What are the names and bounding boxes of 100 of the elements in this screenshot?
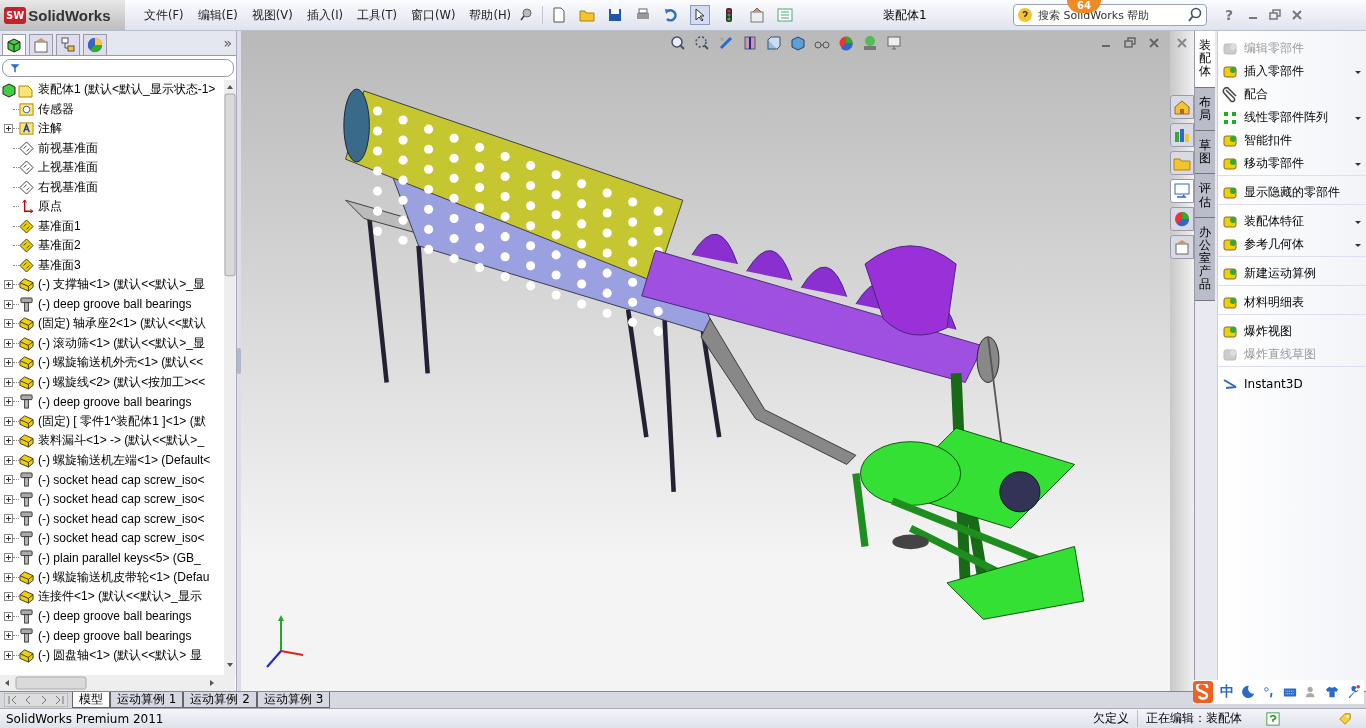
zoom-area-icon[interactable] — [693, 35, 710, 51]
command-item[interactable]: 材料明细表 — [1218, 291, 1366, 315]
menu-item[interactable]: 窗口(W) — [404, 7, 463, 23]
command-item[interactable]: 装配体特征 — [1218, 210, 1366, 233]
tree-item[interactable]: 基准面2 — [38, 237, 81, 255]
wrench-icon[interactable] — [1346, 685, 1360, 699]
menu-item[interactable]: 编辑(E) — [190, 7, 245, 23]
task-tab[interactable]: 装配体 — [1195, 31, 1215, 88]
task-tab[interactable]: 布局 — [1195, 87, 1215, 131]
expand-icon[interactable] — [4, 397, 13, 407]
tree-item[interactable]: 基准面3 — [38, 256, 81, 274]
options-icon[interactable] — [749, 7, 766, 23]
expand-icon[interactable] — [4, 299, 13, 309]
menu-item[interactable]: 工具(T) — [350, 7, 405, 23]
restore-icon[interactable] — [1269, 9, 1282, 21]
expand-icon[interactable] — [4, 319, 13, 329]
close-icon[interactable] — [1148, 37, 1160, 49]
expand-icon[interactable] — [4, 338, 13, 348]
display-style-icon[interactable] — [789, 35, 806, 51]
appearance-icon[interactable] — [837, 35, 854, 51]
shirt-icon[interactable] — [1325, 685, 1339, 699]
tree-item[interactable]: 装配体1 (默认<默认_显示状态-1> — [38, 81, 216, 99]
expand-icon[interactable] — [4, 631, 13, 641]
tree-item[interactable]: (-) 螺旋输送机皮带轮<1> (Defau — [38, 568, 210, 586]
tree-item[interactable]: (-) socket head cap screw_iso< — [38, 492, 205, 507]
tree-item[interactable]: (-) socket head cap screw_iso< — [38, 472, 205, 487]
command-item[interactable]: 智能扣件 — [1218, 129, 1366, 152]
close-icon[interactable] — [1291, 9, 1304, 21]
expand-icon[interactable] — [4, 475, 13, 485]
search-icon[interactable] — [1187, 7, 1204, 23]
task-tab[interactable]: 办公室产品 — [1195, 217, 1215, 301]
command-item[interactable]: 显示隐藏的零部件 — [1218, 181, 1366, 205]
tree-item[interactable]: (-) socket head cap screw_iso< — [38, 511, 205, 526]
command-item[interactable]: 插入零部件 — [1218, 60, 1366, 83]
tree-item[interactable]: 基准面1 — [38, 217, 81, 235]
menu-item[interactable]: 插入(I) — [299, 7, 351, 23]
appearance-tab-icon[interactable] — [83, 34, 107, 55]
view-palette-icon[interactable] — [1170, 179, 1194, 203]
tree-item[interactable]: 传感器 — [38, 100, 74, 118]
tree-item[interactable]: (-) deep groove ball bearings — [38, 628, 192, 643]
menu-item[interactable]: 文件(F) — [137, 7, 191, 23]
tree-item[interactable]: (-) 圆盘轴<1> (默认<<默认> 显 — [38, 646, 202, 664]
restore-icon[interactable] — [1124, 37, 1136, 49]
command-item[interactable]: 爆炸视图 — [1218, 320, 1366, 343]
moon-icon[interactable] — [1241, 685, 1255, 699]
tree-item[interactable]: (-) 支撑轴<1> (默认<<默认>_显 — [38, 276, 206, 294]
model-tab[interactable]: 运动算例 2 — [183, 692, 257, 708]
expand-icon[interactable] — [4, 280, 13, 290]
tree-item[interactable]: 注解 — [38, 120, 62, 138]
tree-item[interactable]: (-) deep groove ball bearings — [38, 394, 192, 409]
tree-item[interactable]: (-) deep groove ball bearings — [38, 297, 192, 312]
tree-item[interactable]: 连接件<1> (默认<<默认>_显示 — [38, 588, 202, 606]
pin-icon[interactable] — [518, 7, 535, 23]
command-item[interactable]: 移动零部件 — [1218, 152, 1366, 176]
expand-icon[interactable] — [4, 494, 13, 504]
menu-item[interactable]: 帮助(H) — [462, 7, 519, 23]
expand-icon[interactable] — [4, 611, 13, 621]
home-icon[interactable] — [1170, 95, 1194, 119]
vertical-scrollbar[interactable] — [224, 80, 236, 675]
appearance-icon[interactable] — [1170, 207, 1194, 231]
help-icon[interactable] — [1266, 711, 1280, 726]
properties-icon[interactable] — [1170, 235, 1194, 259]
tree-item[interactable]: (-) socket head cap screw_iso< — [38, 531, 205, 546]
tree-item[interactable]: (固定) 轴承座2<1> (默认<<默认 — [38, 315, 207, 333]
horizontal-scrollbar[interactable] — [0, 675, 235, 691]
expand-icon[interactable] — [4, 358, 13, 368]
expand-icon[interactable] — [4, 650, 13, 660]
filter-field[interactable] — [2, 59, 234, 77]
tree-item[interactable]: (-) 螺旋输送机左端<1> (Default< — [38, 451, 211, 469]
view-orientation-icon[interactable] — [765, 35, 782, 51]
expand-icon[interactable] — [4, 416, 13, 426]
tree-item[interactable]: (-) plain parallel keys<5> (GB_ — [38, 550, 201, 565]
tree-item[interactable]: (-) 滚动筛<1> (默认<<默认>_显 — [38, 334, 206, 352]
expand-icon[interactable] — [4, 592, 13, 602]
expand-icon[interactable] — [4, 533, 13, 543]
close-icon[interactable] — [1176, 37, 1188, 49]
zoom-fit-icon[interactable] — [669, 35, 686, 51]
library-icon[interactable] — [1170, 123, 1194, 147]
feature-tree-tab-icon[interactable] — [2, 34, 26, 55]
save-icon[interactable] — [607, 7, 624, 23]
splitter-handle[interactable] — [237, 348, 241, 374]
expand-icon[interactable] — [4, 436, 13, 446]
monitor-icon[interactable] — [885, 35, 902, 51]
expand-icon[interactable] — [4, 455, 13, 465]
expand-icon[interactable] — [4, 377, 13, 387]
new-document-icon[interactable] — [551, 7, 568, 23]
tree-item[interactable]: (-) deep groove ball bearings — [38, 609, 192, 624]
expand-icon[interactable] — [4, 124, 13, 134]
configuration-tab-icon[interactable] — [56, 34, 80, 55]
tree-item[interactable]: (固定) [ 零件1^装配体1 ]<1> (默 — [38, 412, 206, 430]
help-button[interactable]: ? — [1225, 7, 1234, 23]
previous-view-icon[interactable] — [717, 35, 734, 51]
expand-icon[interactable] — [4, 514, 13, 524]
model-tab[interactable]: 运动算例 1 — [110, 692, 184, 708]
tree-item[interactable]: 装料漏斗<1> -> (默认<<默认>_ — [38, 432, 205, 450]
tree-item[interactable]: (-) 螺旋线<2> (默认<按加工><< — [38, 373, 206, 391]
command-item[interactable]: 参考几何体 — [1218, 233, 1366, 257]
tab-navigation-drawing[interactable] — [4, 693, 68, 707]
command-item[interactable]: 线性零部件阵列 — [1218, 106, 1366, 129]
model-tab[interactable]: 运动算例 3 — [256, 692, 331, 708]
